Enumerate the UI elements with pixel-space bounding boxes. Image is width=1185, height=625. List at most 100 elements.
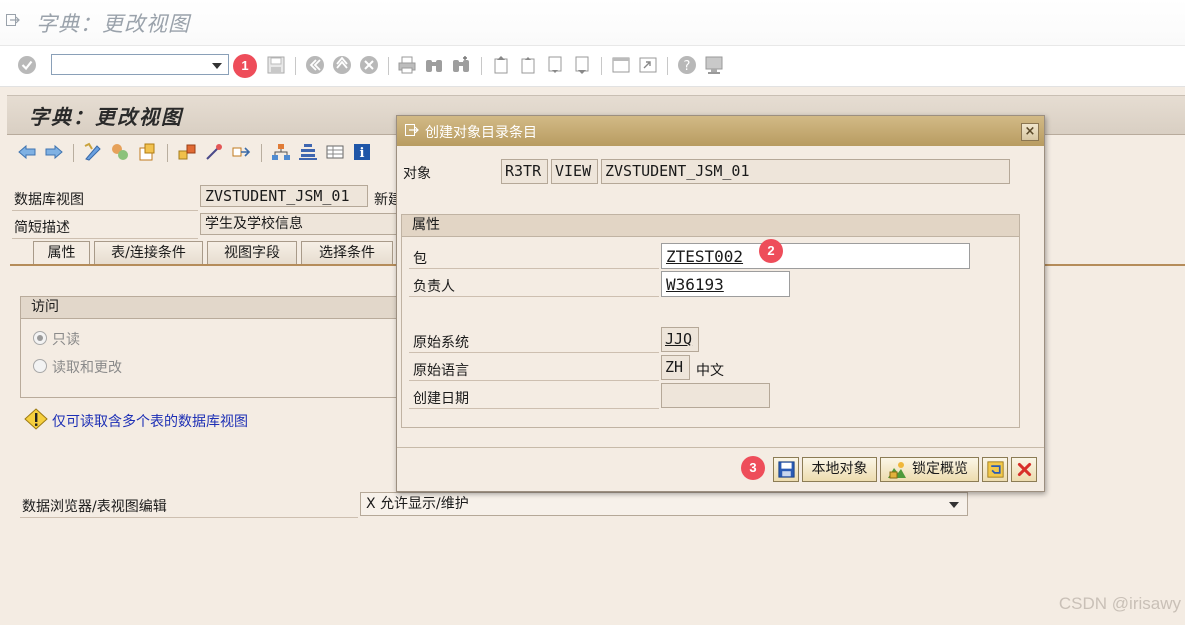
- lock-overview-button[interactable]: 锁定概览: [880, 457, 979, 482]
- short-desc-field[interactable]: 学生及学校信息: [200, 213, 400, 235]
- dialog-window-icon: [405, 124, 419, 136]
- close-button[interactable]: ×: [1021, 123, 1039, 141]
- find-next-icon[interactable]: [451, 55, 471, 75]
- dialog-footer-separator: [397, 447, 1044, 448]
- customize-layout-icon[interactable]: [704, 55, 724, 75]
- toolbar-separator: [388, 57, 389, 75]
- cancel-x-icon: [1017, 462, 1032, 477]
- original-language-label: 原始语言: [413, 363, 469, 379]
- browser-maintenance-select[interactable]: X 允许显示/维护: [360, 492, 968, 516]
- label-underline: [409, 296, 659, 297]
- browser-label: 数据浏览器/表视图编辑: [22, 499, 167, 515]
- other-object-icon[interactable]: [137, 142, 157, 162]
- exit-icon[interactable]: [332, 55, 352, 75]
- command-field[interactable]: [51, 54, 229, 75]
- svg-text:?: ?: [684, 59, 691, 74]
- original-system-label: 原始系统: [413, 335, 469, 351]
- activate-icon[interactable]: [204, 142, 224, 162]
- save-icon[interactable]: [266, 55, 286, 75]
- arrow-left-icon[interactable]: [17, 142, 37, 162]
- object-pgmid-value: R3TR: [505, 162, 542, 180]
- tab-view-fields[interactable]: 视图字段: [207, 241, 297, 265]
- back-icon[interactable]: [305, 55, 325, 75]
- created-on-label: 创建日期: [413, 391, 469, 407]
- toolbar-separator: [167, 144, 168, 162]
- object-label: 对象: [403, 166, 431, 182]
- svg-text:i: i: [360, 146, 365, 161]
- object-name-field: ZVSTUDENT_JSM_01: [601, 159, 1010, 184]
- chevron-down-icon[interactable]: [212, 63, 222, 69]
- local-object-button[interactable]: 本地对象: [802, 457, 877, 482]
- created-on-field: [661, 383, 770, 408]
- stack-icon[interactable]: [298, 142, 318, 162]
- first-page-icon[interactable]: [491, 55, 511, 75]
- cancel-icon[interactable]: [359, 55, 379, 75]
- previous-page-icon[interactable]: [518, 55, 538, 75]
- tab-label: 视图字段: [224, 245, 280, 261]
- last-page-icon[interactable]: [572, 55, 592, 75]
- create-session-icon[interactable]: [611, 55, 631, 75]
- find-icon[interactable]: [424, 55, 444, 75]
- enter-checkmark-icon[interactable]: [17, 55, 37, 75]
- label-underline: [20, 517, 358, 518]
- window-title: 字典：更改视图: [36, 12, 190, 36]
- label-underline: [409, 268, 659, 269]
- info-icon[interactable]: i: [352, 142, 372, 162]
- package-value: ZTEST002: [666, 247, 744, 266]
- documentation-button[interactable]: [982, 457, 1008, 482]
- owner-input[interactable]: W36193: [661, 271, 790, 297]
- radio-read-only-label: 只读: [52, 332, 80, 348]
- original-language-field: ZH: [661, 355, 690, 380]
- toolbar-separator: [481, 57, 482, 75]
- package-input[interactable]: ZTEST002: [661, 243, 970, 269]
- warning-icon: [24, 408, 48, 430]
- shortcut-icon[interactable]: [638, 55, 658, 75]
- save-button[interactable]: [773, 457, 799, 482]
- label-underline: [12, 238, 198, 239]
- label-underline: [409, 380, 659, 381]
- warning-link[interactable]: 仅可读取含多个表的数据库视图: [52, 411, 248, 431]
- active-inactive-icon[interactable]: [110, 142, 130, 162]
- close-icon: ×: [1024, 124, 1036, 139]
- screen-title: 字典：更改视图: [29, 105, 183, 129]
- local-object-label: 本地对象: [811, 461, 868, 477]
- object-pgmid-field: R3TR: [501, 159, 548, 184]
- original-language-name: 中文: [696, 363, 724, 379]
- watermark: CSDN @irisawy: [1058, 594, 1181, 613]
- display-change-icon[interactable]: [83, 142, 103, 162]
- step-badge-3: 3: [741, 456, 765, 480]
- tab-table-join-conditions[interactable]: 表/连接条件: [94, 241, 203, 265]
- print-icon[interactable]: [397, 55, 417, 75]
- arrow-right-icon[interactable]: [44, 142, 64, 162]
- where-used-icon[interactable]: [231, 142, 251, 162]
- hierarchy-icon[interactable]: [271, 142, 291, 162]
- lock-overview-label: 锁定概览: [912, 461, 968, 477]
- owner-label: 负责人: [413, 279, 455, 295]
- radio-read-change[interactable]: [33, 359, 47, 373]
- help-icon[interactable]: ?: [677, 55, 697, 75]
- check-icon[interactable]: [177, 142, 197, 162]
- owner-value: W36193: [666, 275, 724, 294]
- step-badge-2: 2: [759, 239, 783, 263]
- toolbar-separator: [667, 57, 668, 75]
- db-view-label: 数据库视图: [14, 192, 84, 208]
- technical-settings-icon[interactable]: [325, 142, 345, 162]
- chevron-down-icon[interactable]: [949, 502, 959, 508]
- tab-selection-conditions[interactable]: 选择条件: [301, 241, 393, 265]
- lock-overview-icon: [888, 462, 906, 479]
- documentation-icon: [987, 461, 1004, 478]
- short-desc-value: 学生及学校信息: [205, 216, 303, 232]
- tab-attributes[interactable]: 属性: [33, 241, 90, 265]
- label-underline: [409, 408, 659, 409]
- next-page-icon[interactable]: [545, 55, 565, 75]
- step-badge-1: 1: [233, 54, 257, 78]
- label-underline: [409, 352, 659, 353]
- dialog-title: 创建对象目录条目: [425, 125, 537, 141]
- exit-screen-icon: [6, 14, 20, 26]
- access-group-header: 访问: [21, 297, 399, 319]
- radio-read-only[interactable]: [33, 331, 47, 345]
- cancel-button[interactable]: [1011, 457, 1037, 482]
- original-system-field: JJQ: [661, 327, 699, 352]
- db-view-value: ZVSTUDENT_JSM_01: [205, 187, 350, 205]
- original-system-value: JJQ: [665, 330, 693, 348]
